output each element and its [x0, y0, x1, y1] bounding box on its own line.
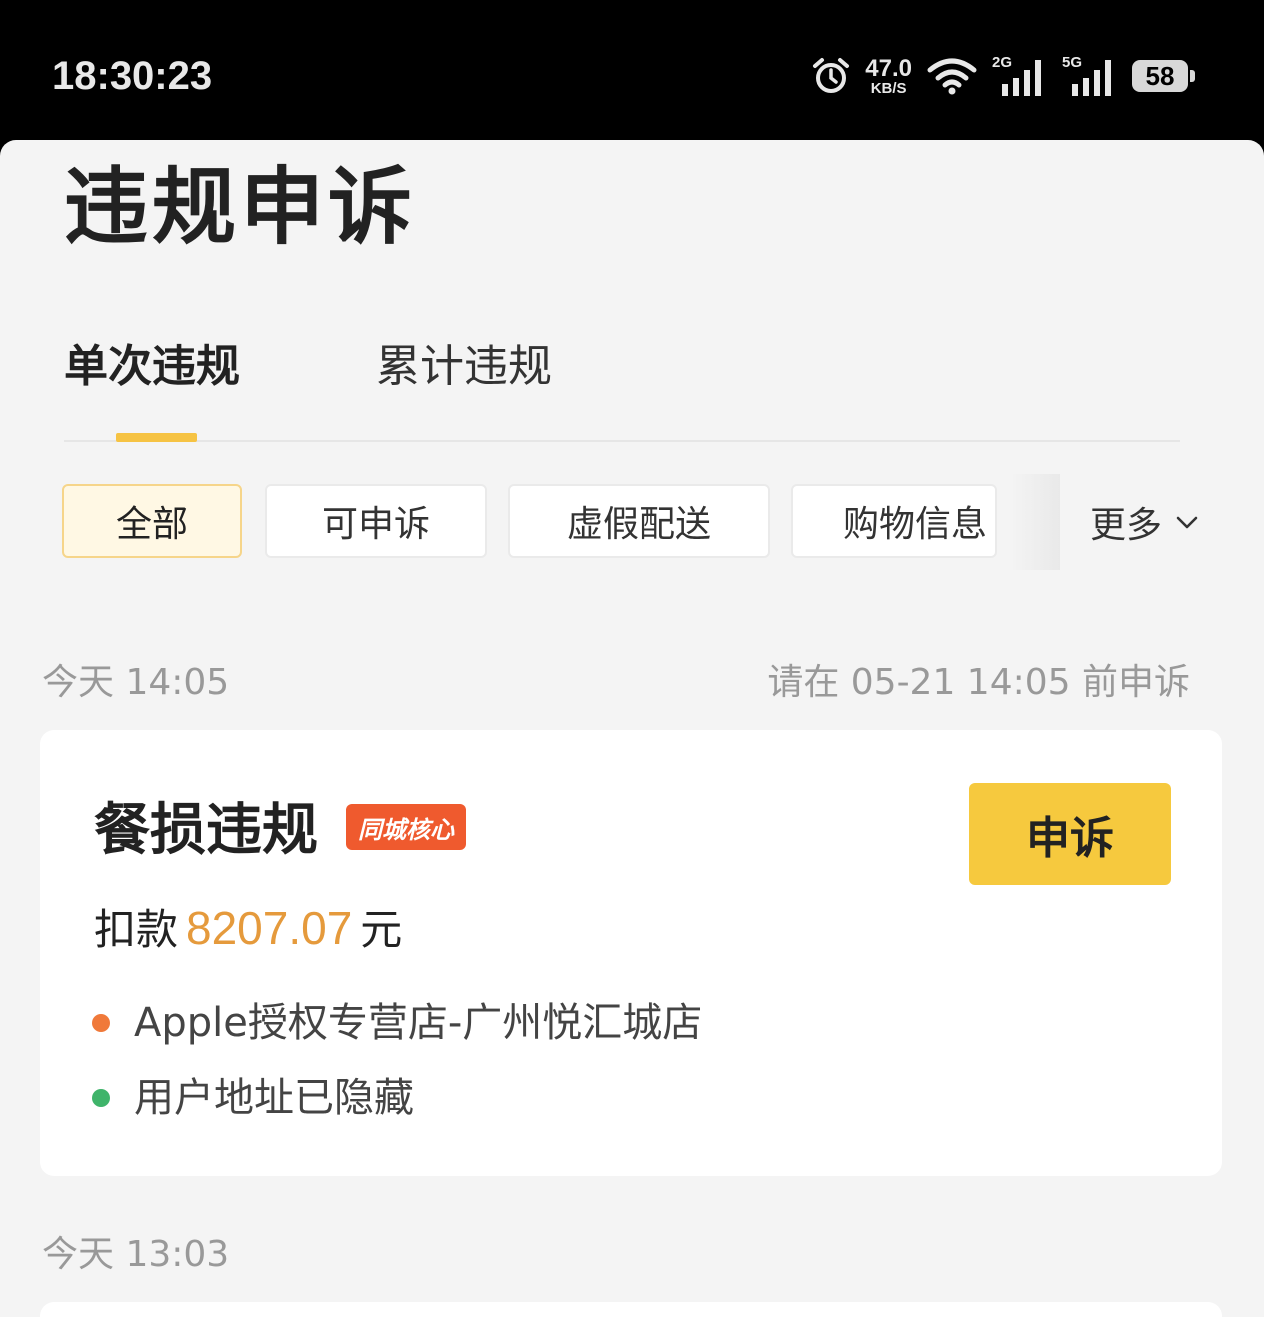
net-speed-unit: KB/S: [870, 79, 907, 97]
sim2-signal: 5G: [1062, 54, 1118, 98]
address-row: 用户地址已隐藏: [92, 1070, 414, 1126]
deduction-amount: 8207.07: [186, 902, 353, 954]
net-speed: 47.0 KB/S: [865, 54, 912, 97]
more-filters-label: 更多: [1090, 505, 1163, 546]
appeal-page: 违规申诉 单次违规 累计违规 全部 可申诉 虚假配送 购物信息 更多 今天 14…: [0, 140, 1264, 1317]
filter-chip-shopping-info[interactable]: 购物信息: [791, 484, 997, 558]
chip-scroll-fade: [1010, 474, 1060, 570]
appeal-button[interactable]: 申诉: [969, 783, 1171, 885]
status-icons: 47.0 KB/S 2G 5G 58: [811, 52, 1195, 100]
store-name: Apple授权专营店-广州悦汇城店: [134, 1000, 703, 1046]
status-time: 18:30:23: [52, 54, 213, 98]
record-time: 今天 14:05: [42, 662, 230, 703]
signal-icon: [1002, 60, 1041, 96]
filter-chip-all[interactable]: 全部: [62, 484, 242, 558]
appeal-deadline: 请在 05-21 14:05 前申诉: [767, 662, 1190, 703]
violation-title: 餐损违规: [94, 798, 318, 863]
user-address: 用户地址已隐藏: [134, 1075, 414, 1121]
signal-icon: [1072, 60, 1111, 96]
deduction-unit: 元: [360, 905, 403, 954]
tab-single-violation[interactable]: 单次违规: [64, 334, 240, 400]
chevron-down-icon: [1176, 516, 1198, 529]
wifi-icon: [927, 58, 977, 95]
deduction-label: 扣款: [94, 905, 179, 954]
filter-chip-fake-delivery[interactable]: 虚假配送: [508, 484, 770, 558]
status-bar: 18:30:23 47.0 KB/S 2G 5G 58: [0, 0, 1264, 140]
battery-icon: 58: [1132, 60, 1195, 92]
page-title: 违规申诉: [64, 158, 417, 256]
sim1-signal: 2G: [992, 54, 1048, 98]
net-speed-value: 47.0: [865, 54, 912, 82]
address-dot: [92, 1089, 110, 1107]
tab-bar: 单次违规 累计违规: [64, 334, 1180, 442]
store-row: Apple授权专营店-广州悦汇城店: [92, 995, 702, 1051]
record-time: 今天 13:03: [42, 1234, 230, 1275]
alarm-icon: [813, 58, 850, 93]
violation-card[interactable]: 餐损违规 同城核心 申诉 扣款 8207.07 元 Apple授权专营店-广州悦汇城…: [40, 730, 1222, 1176]
deduction: 扣款 8207.07 元: [94, 898, 402, 960]
tab-cumulative-violation[interactable]: 累计违规: [376, 334, 552, 400]
store-dot: [92, 1014, 110, 1032]
active-tab-indicator: [116, 433, 197, 442]
filter-chips: 全部 可申诉 虚假配送 购物信息 更多: [62, 474, 1264, 570]
filter-chip-appealable[interactable]: 可申诉: [265, 484, 487, 558]
violation-badge: 同城核心: [346, 804, 466, 850]
more-filters-button[interactable]: 更多: [1090, 484, 1198, 560]
violation-card[interactable]: [40, 1302, 1222, 1317]
